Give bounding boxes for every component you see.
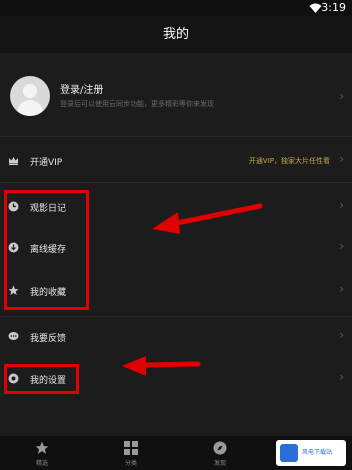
chat-icon: [8, 332, 19, 340]
chevron-right-icon: ›: [339, 152, 344, 166]
annotation-arrow-upper: [152, 203, 263, 234]
star-tab-icon: [35, 441, 49, 454]
watermark-text: 风电下载站: [302, 449, 333, 456]
chevron-right-icon: ›: [339, 239, 344, 253]
menu-label-feedback: 我要反馈: [30, 334, 67, 344]
tab-featured[interactable]: 精选: [12, 436, 72, 470]
annotation-box-upper: [4, 190, 89, 310]
watermark-icon: [280, 444, 298, 462]
annotation-arrow-lower: [122, 356, 201, 376]
grid-icon: [124, 441, 138, 455]
compass-icon: [213, 441, 227, 455]
tab-discover[interactable]: 发现: [190, 436, 250, 470]
watermark-logo: 风电下载站: [276, 440, 346, 466]
annotation-box-lower: [4, 364, 79, 394]
wifi-icon: [309, 3, 322, 13]
tab-label-category: 分类: [124, 460, 137, 467]
chevron-right-icon: ›: [339, 328, 344, 342]
crown-icon: [9, 157, 18, 165]
chevron-right-icon: ›: [339, 370, 344, 384]
vip-promo-text: 开通VIP，独家大片任性看: [248, 157, 330, 165]
menu-label-vip: 开通VIP: [30, 158, 63, 168]
tab-category[interactable]: 分类: [101, 436, 161, 470]
tab-label-discover: 发现: [213, 460, 226, 467]
chevron-right-icon: ›: [339, 198, 344, 212]
login-subtitle: 登录后可以使用云同步功能，更多精彩等你来发现: [60, 100, 214, 108]
page-title: 我的: [0, 16, 352, 53]
avatar[interactable]: [10, 76, 50, 116]
tab-label-featured: 精选: [35, 460, 48, 467]
login-register-link[interactable]: 登录/注册: [60, 81, 103, 96]
chevron-right-icon: ›: [339, 282, 344, 296]
chevron-right-icon: ›: [339, 89, 344, 103]
status-bar: 3:19: [0, 0, 352, 16]
status-time: 3:19: [321, 1, 346, 14]
profile-row[interactable]: [0, 54, 352, 136]
